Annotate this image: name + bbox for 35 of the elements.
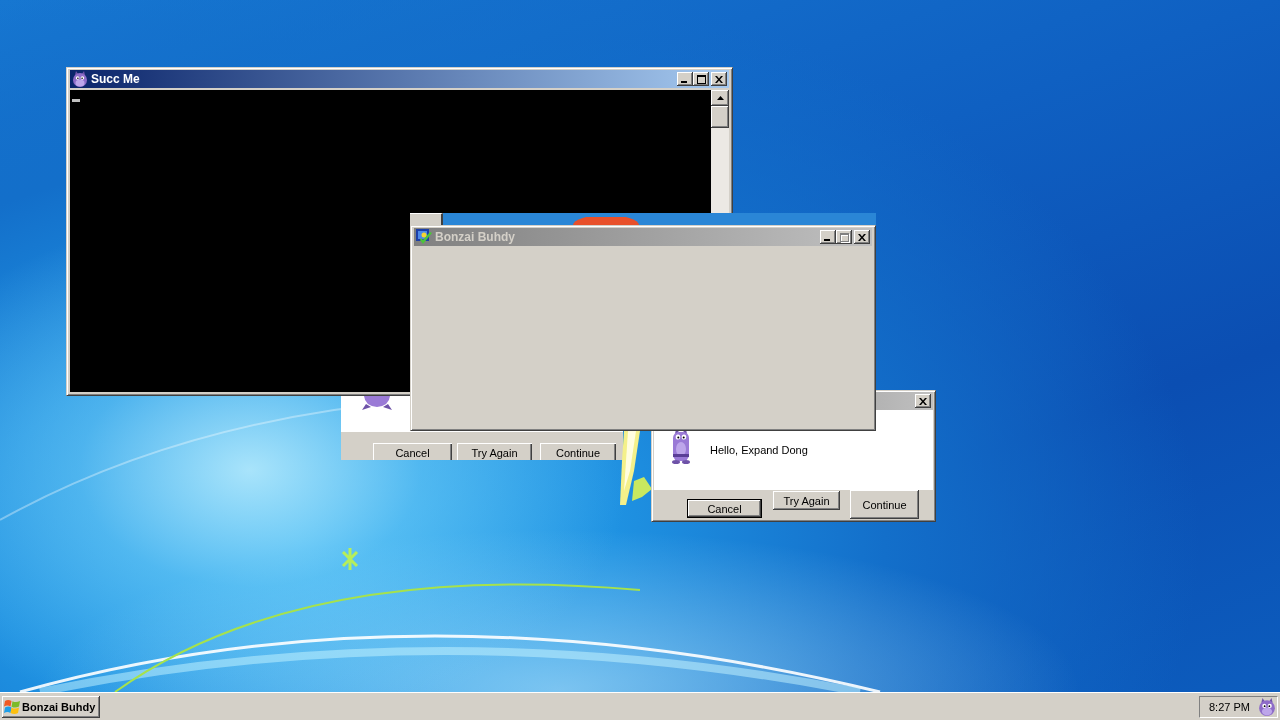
taskbar-button[interactable]: Bonzai Buhdy (2, 695, 100, 718)
dialog-button[interactable]: Continue (850, 490, 919, 519)
creature-icon (72, 71, 88, 87)
close-icon (919, 397, 927, 405)
minimize-icon (824, 239, 830, 241)
creature-icon (362, 396, 392, 410)
close-button[interactable] (915, 394, 931, 408)
creature-icon (670, 428, 692, 464)
flag-icon (4, 698, 20, 715)
window-title: Succ Me (91, 72, 140, 86)
scroll-up-button[interactable] (711, 90, 729, 106)
creature-icon[interactable] (1258, 697, 1276, 716)
up-arrow-icon (716, 96, 724, 100)
ellipse-drawing (573, 217, 639, 225)
dialog-button[interactable]: Cancel (373, 443, 452, 460)
close-button[interactable] (854, 230, 870, 244)
window-title: Bonzai Buhdy (435, 230, 515, 244)
message-text: Hello, Expand Dong (710, 444, 808, 456)
close-icon (715, 75, 723, 83)
app-icon (416, 229, 432, 245)
maximize-button[interactable] (693, 72, 709, 86)
maximize-icon (696, 74, 706, 84)
clock-text: 8:27 PM (1209, 700, 1250, 713)
dialog-button[interactable]: Try Again (773, 491, 840, 510)
scrollbar-thumb[interactable] (711, 106, 729, 128)
dialog-button[interactable]: Continue (540, 443, 616, 460)
dialog-button[interactable]: Cancel (687, 499, 762, 518)
text-cursor (72, 99, 80, 102)
dialog-button[interactable]: Try Again (457, 443, 532, 460)
minimize-icon (681, 81, 687, 83)
minimize-button[interactable] (820, 230, 836, 244)
close-icon (858, 233, 866, 241)
close-button[interactable] (711, 72, 727, 86)
minimize-button[interactable] (677, 72, 693, 86)
maximize-icon (839, 232, 849, 242)
